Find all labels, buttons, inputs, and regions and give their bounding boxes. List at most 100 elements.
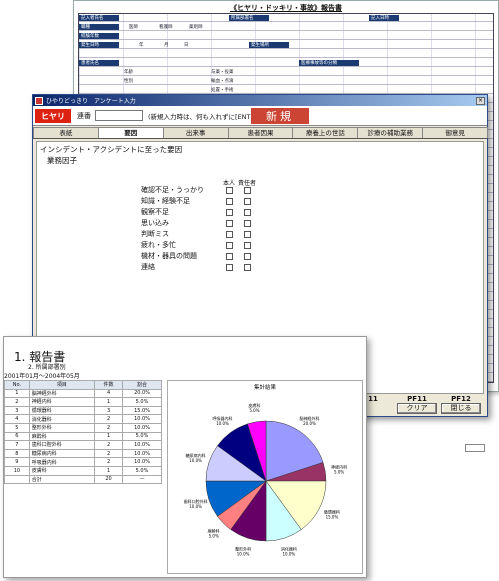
form-cell: 発生日時 xyxy=(79,42,119,48)
self-checkbox[interactable] xyxy=(226,220,233,227)
responsible-checkbox[interactable] xyxy=(244,187,251,194)
table-row: 6 麻酔科 1 5.0% xyxy=(4,431,162,442)
factor-label: 思い込み xyxy=(141,219,169,227)
form-cell: 経験年数 xyxy=(79,33,119,39)
tab-cover[interactable]: 表紙 xyxy=(33,127,99,138)
factor-label: 判断ミス xyxy=(141,230,169,238)
table-header: 件数 xyxy=(94,380,124,390)
hiyari-badge: ヒヤリ xyxy=(35,109,71,123)
table-cell: 皮膚科 xyxy=(28,465,96,476)
responsible-checkbox[interactable] xyxy=(244,231,251,238)
responsible-checkbox[interactable] xyxy=(244,253,251,260)
responsible-checkbox[interactable] xyxy=(244,242,251,249)
responsible-checkbox[interactable] xyxy=(244,220,251,227)
table-cell: 4 xyxy=(94,388,124,399)
table-cell: 6 xyxy=(4,431,30,442)
window-titlebar[interactable]: ひやりどっきり アンケート入力 × xyxy=(33,95,487,106)
table-header: 項目 xyxy=(28,380,96,390)
table-row: 8 糖尿病内科 2 10.0% xyxy=(4,448,162,459)
serial-label: 連番 xyxy=(77,112,91,120)
table-row: 5 整形外科 2 10.0% xyxy=(4,422,162,433)
self-checkbox[interactable] xyxy=(226,242,233,249)
form-cell: 処置・手術 xyxy=(211,88,234,93)
entry-hint: (新規入力時は、何も入れずに[ENTER]) xyxy=(148,113,265,121)
fkey-label: PF11 xyxy=(407,395,427,403)
table-cell: — xyxy=(122,474,162,485)
form-cell: 日 xyxy=(184,43,189,48)
close-icon[interactable]: × xyxy=(476,96,485,105)
table-cell: 9 xyxy=(4,457,30,467)
app-icon xyxy=(35,96,43,105)
form-cell: 医師 xyxy=(129,25,138,30)
self-checkbox[interactable] xyxy=(226,253,233,260)
group-title: 業務因子 xyxy=(47,156,77,165)
table-row: 4 消化器科 2 10.0% xyxy=(4,414,162,424)
self-checkbox[interactable] xyxy=(226,187,233,194)
factor-row: 知識・経験不足 xyxy=(141,196,301,207)
form-cell: 輸血・点滴 xyxy=(211,79,234,84)
form-cell: 医療事故等の分類 xyxy=(299,60,359,66)
table-cell: 1 xyxy=(94,431,124,442)
text-field[interactable] xyxy=(465,444,485,452)
self-checkbox[interactable] xyxy=(226,198,233,205)
table-cell: 2 xyxy=(94,448,124,459)
form-cell: 所属部署名 xyxy=(229,15,269,21)
form-cell: 年齢 xyxy=(124,70,133,75)
slice-value-label: 5.0% xyxy=(249,408,259,413)
form-cell: 記入者氏名 xyxy=(79,15,119,21)
table-cell: 整形外科 xyxy=(28,422,96,433)
form-cell: 年 xyxy=(139,43,144,48)
table-cell: 2 xyxy=(94,414,124,424)
header-row: ヒヤリ 連番 (新規入力時は、何も入れずに[ENTER]) 新規 xyxy=(33,106,487,126)
slice-value-label: 5.0% xyxy=(209,533,219,538)
fkey-group: PF11 クリア xyxy=(397,396,437,414)
factor-row: 確認不足・うっかり xyxy=(141,185,301,196)
table-cell: 5.0% xyxy=(122,397,162,407)
self-checkbox[interactable] xyxy=(226,231,233,238)
table-cell: 4 xyxy=(4,414,30,424)
responsible-checkbox[interactable] xyxy=(244,198,251,205)
table-cell: 10.0% xyxy=(122,448,162,459)
report-date-range: 2001年01月〜2004年05月 xyxy=(4,373,80,380)
table-cell: 消化器科 xyxy=(28,414,96,424)
slice-value-label: 10.0% xyxy=(216,421,229,426)
report-document: 1. 報告書 2. 所属部署別 2001年01月〜2004年05月 No. 項目… xyxy=(3,336,367,578)
tab-opinion[interactable]: 御意見 xyxy=(422,127,489,138)
close-button[interactable]: 閉じる xyxy=(441,403,481,414)
section-title: インシデント・アクシデントに至った要因 xyxy=(40,145,183,154)
table-cell: 20.0% xyxy=(122,388,162,399)
tab-events[interactable]: 出来事 xyxy=(162,127,229,138)
form-cell: 患者氏名 xyxy=(79,60,119,66)
table-cell: 8 xyxy=(4,448,30,459)
table-cell: 1 xyxy=(4,388,30,399)
table-row: 3 循環器科 3 15.0% xyxy=(4,405,162,416)
factor-label: 連絡 xyxy=(141,263,155,271)
form-cell: 性別 xyxy=(124,79,133,84)
tab-patient-factors[interactable]: 患者因果 xyxy=(227,127,294,138)
table-header: No. xyxy=(4,380,30,390)
responsible-checkbox[interactable] xyxy=(244,209,251,216)
table-row: 10 皮膚科 1 5.0% xyxy=(4,465,162,476)
tab-assist[interactable]: 診療の補助業務 xyxy=(357,127,424,138)
table-cell: 2 xyxy=(94,457,124,467)
tab-care[interactable]: 療養上の世話 xyxy=(292,127,359,138)
table-cell: 循環器科 xyxy=(28,405,96,416)
table-cell: 2 xyxy=(94,422,124,433)
form-cell: 発生場所 xyxy=(249,42,289,48)
self-checkbox[interactable] xyxy=(226,209,233,216)
form-cell: 記入日時 xyxy=(369,15,399,21)
responsible-checkbox[interactable] xyxy=(244,264,251,271)
tab-factors[interactable]: 要因 xyxy=(97,127,164,138)
slice-value-label: 10.0% xyxy=(283,551,296,556)
clear-button[interactable]: クリア xyxy=(397,403,437,414)
pie-chart-svg: 脳神経外科20.0%神経内科5.0%循環器科15.0%消化器科10.0%整形外科… xyxy=(184,402,347,556)
table-row: 9 呼吸器内科 2 10.0% xyxy=(4,457,162,467)
self-checkbox[interactable] xyxy=(226,264,233,271)
serial-number-input[interactable] xyxy=(95,110,143,121)
table-cell: 2 xyxy=(4,397,30,407)
table-cell: 神経内科 xyxy=(28,397,96,407)
table-cell: 10.0% xyxy=(122,440,162,450)
factor-row: 判断ミス xyxy=(141,229,301,240)
table-cell: 2 xyxy=(94,440,124,450)
form-cell: 月 xyxy=(164,43,169,48)
